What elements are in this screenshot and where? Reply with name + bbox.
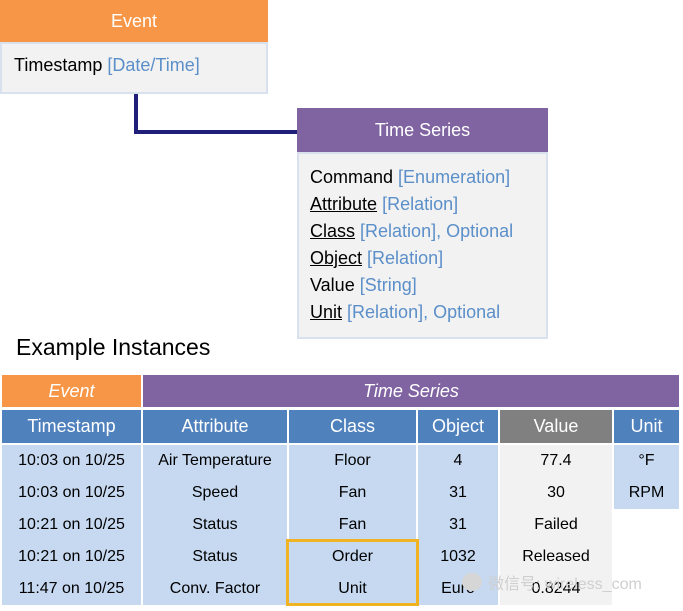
table-cell: Floor — [289, 445, 416, 477]
table-cell: Fan — [289, 477, 416, 509]
ts-field-type: [Enumeration] — [398, 167, 511, 187]
ts-field: Attribute [Relation] — [310, 191, 546, 218]
table-cell: Failed — [500, 509, 612, 541]
ts-box-title: Time Series — [374, 120, 471, 140]
column-header: Class — [289, 410, 416, 443]
ts-field: Value [String] — [310, 272, 546, 299]
ts-field: Command [Enumeration] — [310, 164, 546, 191]
table-cell: RPM — [614, 477, 679, 509]
table-cell: 31 — [418, 477, 498, 509]
event-box-body: Timestamp [Date/Time] — [0, 42, 268, 94]
relationship-connector — [134, 94, 298, 134]
table-cell: Released — [500, 541, 612, 573]
ts-field-type: [Relation], Optional — [360, 221, 514, 241]
table-cell: Air Temperature — [143, 445, 287, 477]
table-cell: 10:21 on 10/25 — [2, 541, 141, 573]
table-cell: 30 — [500, 477, 612, 509]
ts-field-name: Attribute — [310, 194, 378, 214]
table-cell: °F — [614, 445, 679, 477]
column-header: Value — [500, 410, 612, 443]
table-cell: 11:47 on 10/25 — [2, 573, 141, 605]
ts-box-header: Time Series — [297, 108, 548, 152]
table-cell: Status — [143, 541, 287, 573]
ts-field: Unit [Relation], Optional — [310, 299, 546, 326]
event-field-name: Timestamp — [14, 55, 103, 75]
table-cell: Status — [143, 509, 287, 541]
table-cell: 77.4 — [500, 445, 612, 477]
group-header-time-series: Time Series — [143, 375, 679, 407]
ts-field-type: [Relation] — [367, 248, 444, 268]
watermark-text: 微信号: wireless_com — [488, 576, 642, 593]
event-box-header: Event — [0, 0, 268, 42]
table-cell: 10:03 on 10/25 — [2, 445, 141, 477]
table-cell: 31 — [418, 509, 498, 541]
table-cell: 10:03 on 10/25 — [2, 477, 141, 509]
event-box-title: Event — [110, 11, 158, 31]
table-cell: 4 — [418, 445, 498, 477]
example-instances-title: Example Instances — [16, 334, 211, 360]
column-header: Attribute — [143, 410, 287, 443]
ts-field-name: Object — [310, 248, 363, 268]
highlight-box — [286, 539, 419, 606]
column-header: Object — [418, 410, 498, 443]
ts-field-type: [Relation] — [382, 194, 459, 214]
group-header-event: Event — [2, 375, 141, 407]
ts-field-name: Unit — [310, 302, 343, 322]
ts-field-name: Class — [310, 221, 356, 241]
table-cell: 1032 — [418, 541, 498, 573]
table-cell: Fan — [289, 509, 416, 541]
event-field: Timestamp [Date/Time] — [14, 52, 266, 79]
table-cell: Conv. Factor — [143, 573, 287, 605]
ts-box-body: Command [Enumeration] Attribute [Relation… — [297, 152, 548, 339]
watermark: 微信号: wireless_com — [462, 570, 642, 594]
table-cell: 10:21 on 10/25 — [2, 509, 141, 541]
ts-field-name: Value — [310, 275, 355, 295]
ts-field-type: [Relation], Optional — [347, 302, 501, 322]
ts-field: Class [Relation], Optional — [310, 218, 546, 245]
wechat-icon — [462, 573, 482, 591]
ts-field-name: Command — [310, 167, 394, 187]
column-header: Timestamp — [2, 410, 141, 443]
column-header: Unit — [614, 410, 679, 443]
ts-field-type: [String] — [359, 275, 417, 295]
table-cell: Speed — [143, 477, 287, 509]
event-field-type: [Date/Time] — [107, 55, 200, 75]
ts-field: Object [Relation] — [310, 245, 546, 272]
